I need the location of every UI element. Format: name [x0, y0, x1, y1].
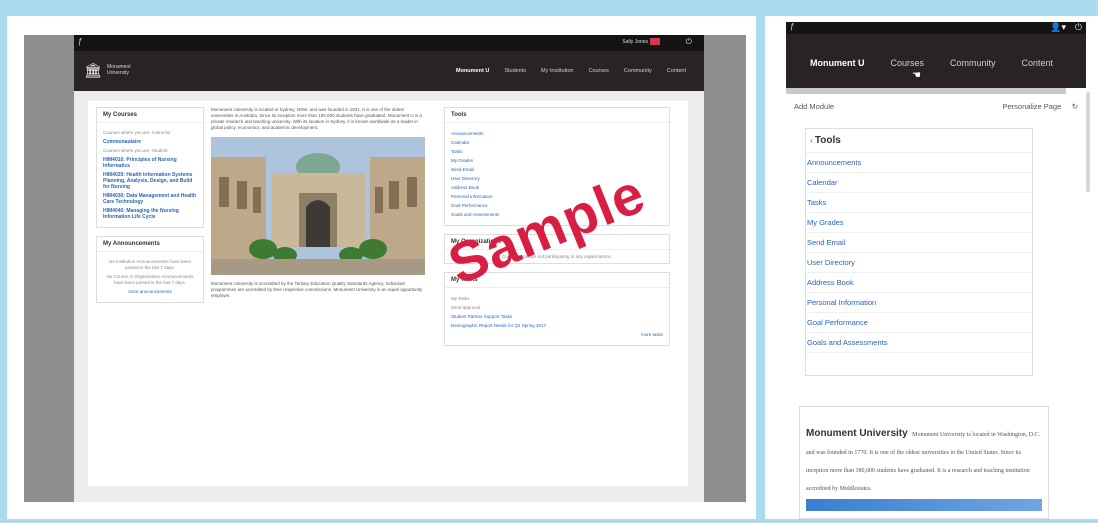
- tool-link[interactable]: Send Email: [807, 233, 1031, 253]
- about-text: Monument University is located in Sydney…: [211, 107, 422, 130]
- power-icon[interactable]: ⏻: [686, 37, 692, 47]
- campus-photo: [211, 137, 425, 275]
- browser-margin-right: [704, 35, 746, 502]
- main-nav: 🏛 Monument University Monument U Student…: [74, 51, 704, 91]
- courses-instructor-label: Courses where you are: Instructor: [103, 130, 171, 135]
- course-link[interactable]: HIM4010: Principles of Nursing Informati…: [103, 157, 197, 169]
- tool-link[interactable]: Calendar: [451, 140, 663, 145]
- about-text: Monument University is located in Washin…: [806, 432, 1041, 492]
- task-link[interactable]: Demographic Report Needs for Q4 Spring 2…: [451, 323, 663, 328]
- nav-courses[interactable]: Courses: [588, 68, 608, 74]
- course-link[interactable]: HIM4040: Managing the Nursing Informatio…: [103, 208, 197, 220]
- power-icon[interactable]: ⏻: [1075, 22, 1082, 33]
- f-icon[interactable]: ƒ: [790, 22, 794, 31]
- announcement-text: No Institution Announcements have been p…: [108, 259, 192, 270]
- f-icon[interactable]: ƒ: [78, 37, 82, 46]
- tab-community[interactable]: Community: [950, 58, 996, 68]
- banner-image: [806, 499, 1042, 511]
- tab-content[interactable]: Content: [1022, 58, 1054, 68]
- page-content: My Courses Courses where you are: Instru…: [88, 101, 688, 486]
- about-module: Monument University is located in Sydney…: [211, 107, 425, 299]
- my-courses-module: My Courses Courses where you are: Instru…: [96, 107, 204, 228]
- institution-logo[interactable]: 🏛 Monument University: [84, 62, 147, 78]
- browser-margin-left: [24, 35, 74, 502]
- institution-icon: 🏛: [84, 62, 102, 78]
- tool-link[interactable]: Address Book: [807, 273, 1031, 293]
- nav-community[interactable]: Community: [624, 68, 652, 74]
- module-title: My Courses: [97, 108, 203, 123]
- main-nav: Monument U Courses Community Content ☚: [786, 34, 1086, 88]
- about-title: Monument University: [806, 428, 908, 439]
- top-bar: ƒ 👤▾ ⏻: [786, 22, 1086, 34]
- my-announcements-module: My Announcements No Institution Announce…: [96, 236, 204, 303]
- tool-link[interactable]: Personal Information: [807, 293, 1031, 313]
- photo-caption: Monument University is accredited by the…: [211, 281, 423, 298]
- module-title: My Announcements: [97, 237, 203, 252]
- tool-link[interactable]: Tasks: [451, 149, 663, 154]
- horizontal-scrollbar[interactable]: [786, 88, 1066, 94]
- more-tasks-link[interactable]: more tasks: [451, 332, 663, 337]
- tool-link[interactable]: My Grades: [451, 158, 663, 163]
- desktop-site: ƒ Sally Jones ⏻ 🏛 Monument University Mo…: [74, 35, 704, 502]
- courses-student-label: Courses where you are: Student: [103, 148, 168, 153]
- tool-link[interactable]: Goal Performance: [807, 313, 1031, 333]
- tool-link[interactable]: Announcements: [451, 131, 663, 136]
- nav-my-institution[interactable]: My Institution: [541, 68, 573, 74]
- tool-link[interactable]: Goals and Assessments: [807, 333, 1031, 353]
- tool-link[interactable]: Calendar: [807, 173, 1031, 193]
- personalize-page-button[interactable]: Personalize Page: [1002, 102, 1061, 111]
- course-link[interactable]: HIM4030: Data Management and Health Care…: [103, 193, 197, 205]
- tool-link[interactable]: Tasks: [807, 193, 1031, 213]
- nav-content[interactable]: Content: [667, 68, 686, 74]
- user-name: Sally Jones: [622, 38, 648, 45]
- tools-module: ‹ Tools Announcements Calendar Tasks My …: [805, 128, 1033, 376]
- tab-monument-u[interactable]: Monument U: [810, 58, 865, 68]
- user-menu[interactable]: Sally Jones: [622, 38, 660, 45]
- task-item: My Tasks: [451, 296, 470, 301]
- tool-link[interactable]: My Grades: [807, 213, 1031, 233]
- announcement-text: No Course or Organization Announcements …: [106, 274, 194, 285]
- nav-monument-u[interactable]: Monument U: [456, 68, 489, 74]
- course-link[interactable]: Communautaire: [103, 139, 197, 145]
- pointer-cursor-icon: ☚: [912, 70, 921, 81]
- task-link[interactable]: Student Partner Support Tasks: [451, 314, 663, 319]
- tool-link[interactable]: Announcements: [807, 153, 1031, 173]
- tab-courses[interactable]: Courses: [891, 58, 925, 68]
- task-item: Send approval: [451, 305, 481, 310]
- tool-link[interactable]: User Directory: [807, 253, 1031, 273]
- institution-name: Monument University: [107, 64, 131, 76]
- desktop-preview-panel: ƒ Sally Jones ⏻ 🏛 Monument University Mo…: [7, 16, 756, 519]
- refresh-icon[interactable]: ↻: [1072, 102, 1078, 111]
- mobile-preview-panel: ƒ 👤▾ ⏻ Monument U Courses Community Cont…: [765, 16, 1098, 519]
- more-announcements-link[interactable]: more announcements: [103, 289, 197, 295]
- add-module-button[interactable]: Add Module: [794, 102, 834, 111]
- top-bar: ƒ Sally Jones ⏻: [74, 35, 704, 51]
- course-link[interactable]: HIM4020: Health Information Systems Plan…: [103, 172, 197, 190]
- notification-badge[interactable]: [650, 38, 660, 45]
- nav-students[interactable]: Students: [504, 68, 526, 74]
- about-module: Monument University Monument University …: [799, 406, 1049, 519]
- user-icon[interactable]: 👤▾: [1050, 22, 1066, 33]
- vertical-scrollbar[interactable]: [1086, 92, 1090, 192]
- module-title: Tools: [445, 108, 669, 123]
- module-title: Tools: [814, 135, 841, 146]
